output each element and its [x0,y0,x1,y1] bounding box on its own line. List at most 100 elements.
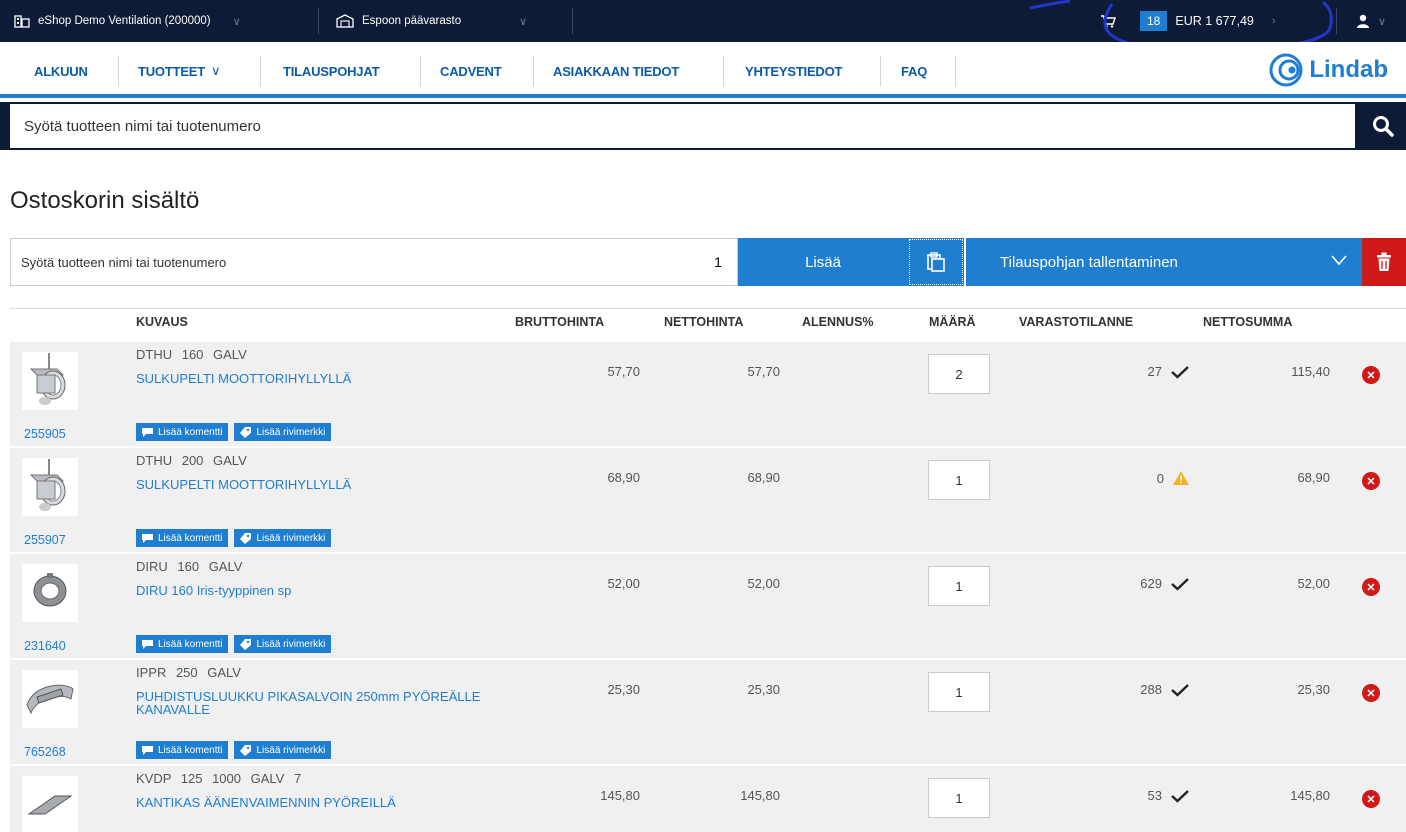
trash-icon [1377,252,1391,271]
nav-item-templates[interactable]: TILAUSPOHJAT [283,56,380,86]
remove-row-button[interactable]: ✕ [1362,684,1380,702]
close-icon: ✕ [1366,369,1376,382]
save-template-dropdown[interactable]: Tilauspohjan tallentaminen [966,238,1362,286]
product-number[interactable]: 231640 [24,639,66,653]
quantity-input[interactable]: 1 [928,672,990,712]
add-row-mark-button[interactable]: Lisää rivimerkki [234,529,332,547]
search-icon [1373,116,1394,137]
close-icon: ✕ [1366,475,1376,488]
damper-motor-image [23,457,77,518]
header-gross-price: BRUTTOHINTA [515,315,605,329]
nav-item-contacts[interactable]: YHTEYSTIEDOT [745,56,842,86]
page-title: Ostoskorin sisältö [10,187,200,214]
add-comment-label: Lisää komentti [158,638,223,650]
product-image[interactable] [22,776,78,832]
stock-count: 53 [1147,788,1162,803]
search-button[interactable] [1360,104,1406,148]
product-number[interactable]: 255905 [24,427,66,441]
damper-motor-image [23,351,77,412]
product-image[interactable] [22,352,78,410]
row-actions: Lisää komentti Lisää rivimerkki [136,423,332,441]
header-net-sum: NETTOSUMMA [1203,315,1293,329]
product-description-link[interactable]: KANTIKAS ÄÄNENVAIMENNIN PYÖREILLÄ [136,796,496,809]
table-row: 255905 DTHU 160 GALV SULKUPELTI MOOTTORIHY… [10,342,1406,446]
product-image[interactable] [22,564,78,622]
net-price: 145,80 [740,788,780,803]
table-row: 765268 IPPR 250 GALV PUHDISTUSLUUKKU PIKAS… [10,660,1406,764]
quantity-input[interactable]: 1 [928,566,990,606]
building-icon [14,15,30,28]
add-comment-button[interactable]: Lisää komentti [136,741,229,759]
cart-icon [1101,15,1116,28]
remove-row-button[interactable]: ✕ [1362,578,1380,596]
add-product-input[interactable] [10,238,738,286]
clipboard-icon [927,252,945,272]
comment-icon [142,639,153,649]
cart-count-badge: 18 [1140,11,1168,31]
add-button[interactable]: Lisää [738,238,908,286]
product-code: IPPR 250 GALV [136,665,241,680]
quantity-input[interactable]: 2 [928,354,990,394]
lindab-logo-mark-icon [1269,53,1303,87]
user-icon [1357,14,1369,28]
search-input[interactable] [10,104,1355,148]
add-comment-label: Lisää komentti [158,744,223,756]
add-row-mark-button[interactable]: Lisää rivimerkki [234,635,332,653]
product-number[interactable]: 255907 [24,533,66,547]
add-row-mark-button[interactable]: Lisää rivimerkki [234,741,332,759]
add-row-mark-label: Lisää rivimerkki [256,426,326,438]
header-stock: VARASTOTILANNE [1019,315,1134,329]
tag-icon [240,532,252,544]
warehouse-selector[interactable]: Espoon päävarasto ∨ [336,0,527,42]
company-selector[interactable]: eShop Demo Ventilation (200000) ∨ [14,0,241,42]
quantity-input[interactable]: 1 [928,460,990,500]
net-sum: 115,40 [1291,364,1330,379]
add-comment-label: Lisää komentti [158,532,223,544]
chevron-down-icon: ∨ [232,15,241,28]
close-icon: ✕ [1366,687,1376,700]
quantity-input[interactable]: 1 [928,778,990,818]
product-image[interactable] [22,458,78,516]
product-number[interactable]: 765268 [24,745,66,759]
iris-damper-image [30,571,70,616]
nav-item-cadvent[interactable]: CADVENT [440,56,502,86]
nav-item-products[interactable]: TUOTTEET ∨ [138,56,221,86]
net-sum: 68,90 [1297,470,1330,485]
header-discount: ALENNUS% [802,315,874,329]
nav-item-customer-info[interactable]: ASIAKKAAN TIEDOT [553,56,679,86]
nav-item-home[interactable]: ALKUUN [34,56,88,86]
chevron-down-icon: ∨ [1378,15,1387,28]
product-description-link[interactable]: DIRU 160 Iris-tyyppinen sp [136,584,496,597]
product-description-link[interactable]: PUHDISTUSLUUKKU PIKASALVOIN 250mm PYÖREÄ… [136,690,496,716]
nav-item-faq[interactable]: FAQ [901,56,927,86]
chevron-down-icon: ∨ [519,15,528,28]
remove-row-button[interactable]: ✕ [1362,790,1380,808]
user-menu[interactable]: ∨ [1356,0,1386,42]
remove-row-button[interactable]: ✕ [1362,366,1380,384]
gross-price: 25,30 [607,682,640,697]
product-description-link[interactable]: SULKUPELTI MOOTTORIHYLLYLLÄ [136,478,496,491]
row-actions: Lisää komentti Lisää rivimerkki [136,741,332,759]
product-description-link[interactable]: SULKUPELTI MOOTTORIHYLLYLLÄ [136,372,496,385]
checkmark-icon [1171,683,1189,697]
nav-item-label: TUOTTEET [138,63,206,79]
add-comment-button[interactable]: Lisää komentti [136,529,229,547]
remove-row-button[interactable]: ✕ [1362,472,1380,490]
cart-summary[interactable]: 18 EUR 1 677,49 › [1100,0,1276,42]
gross-price: 52,00 [607,576,640,591]
row-actions: Lisää komentti Lisää rivimerkki [136,529,332,547]
comment-icon [142,533,153,543]
add-product-row: Lisää Tilauspohjan tallentaminen [10,238,1406,286]
cart-total: EUR 1 677,49 [1175,14,1254,28]
net-sum: 25,30 [1297,682,1330,697]
add-comment-button[interactable]: Lisää komentti [136,635,229,653]
copy-button[interactable] [908,238,964,286]
empty-cart-button[interactable] [1362,238,1406,286]
add-quantity-input[interactable] [698,238,738,286]
lindab-logo[interactable]: Lindab [1269,50,1388,90]
add-row-mark-button[interactable]: Lisää rivimerkki [234,423,332,441]
stock-count: 0 [1156,470,1164,486]
product-image[interactable] [22,670,78,728]
header-description: KUVAUS [136,315,188,329]
add-comment-button[interactable]: Lisää komentti [136,423,229,441]
